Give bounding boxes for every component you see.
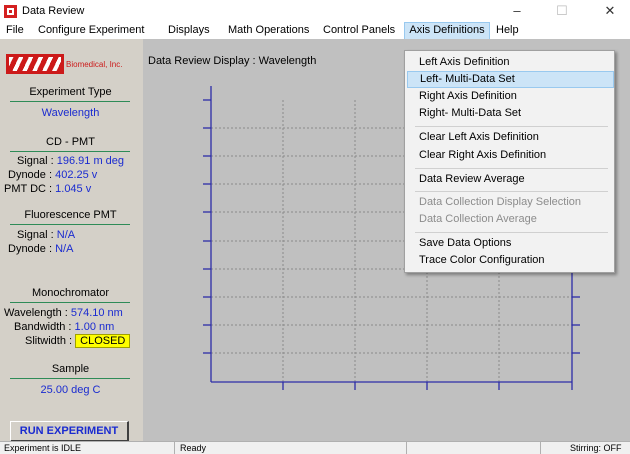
menu-separator	[415, 232, 608, 233]
menu-item-right-multi-data-set[interactable]: Right- Multi-Data Set	[407, 105, 612, 122]
ready-status: Ready	[180, 443, 207, 453]
menu-item-left-multi-data-set[interactable]: Left- Multi-Data Set	[407, 71, 614, 88]
menu-item-trace-color-configuration[interactable]: Trace Color Configuration	[407, 252, 612, 269]
experiment-status: Experiment is IDLE	[4, 443, 82, 453]
menu-item-data-collection-average: Data Collection Average	[419, 213, 537, 225]
status-bar: Experiment is IDLE Ready Stirring: OFF	[0, 441, 630, 454]
axis-definitions-dropdown: Left Axis Definition Left- Multi-Data Se…	[404, 50, 615, 273]
menu-item-save-data-options[interactable]: Save Data Options	[407, 235, 612, 252]
menu-separator	[415, 191, 608, 192]
menu-item-right-axis-definition[interactable]: Right Axis Definition	[407, 88, 612, 105]
menu-separator	[415, 126, 608, 127]
menu-item-data-collection-display-selection: Data Collection Display Selection	[419, 196, 582, 208]
stirring-status: Stirring: OFF	[570, 443, 622, 453]
menu-item-data-review-average[interactable]: Data Review Average	[407, 171, 612, 188]
menu-item-left-axis-definition[interactable]: Left Axis Definition	[407, 54, 612, 71]
menu-separator	[415, 168, 608, 169]
status-separator	[174, 442, 175, 454]
menu-item-clear-left-axis[interactable]: Clear Left Axis Definition	[407, 129, 612, 146]
status-separator	[540, 442, 541, 454]
menu-item-clear-right-axis[interactable]: Clear Right Axis Definition	[407, 147, 612, 164]
status-separator	[406, 442, 407, 454]
